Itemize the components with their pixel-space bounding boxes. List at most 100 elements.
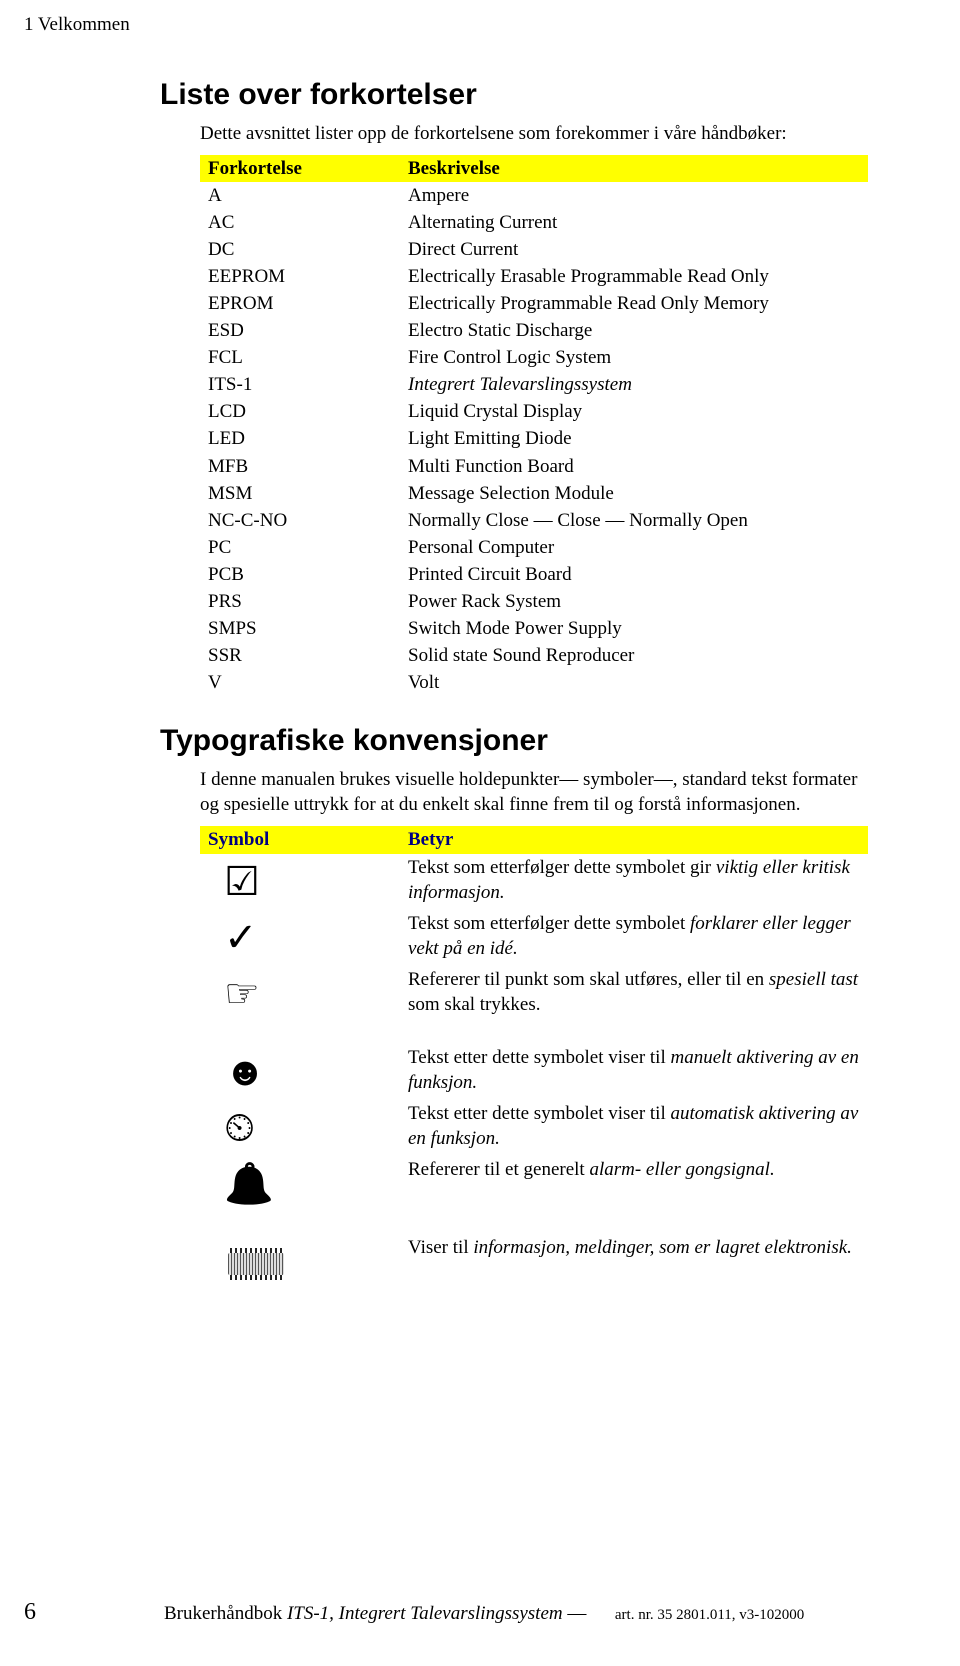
desc-cell: Switch Mode Power Supply (400, 615, 868, 642)
symbol-cell: ☑ (200, 854, 400, 910)
abbr-cell: DC (200, 236, 400, 263)
symbol-cell: ☞ (200, 966, 400, 1022)
table-row: SSRSolid state Sound Reproducer (200, 642, 868, 669)
desc-cell: Integrert Talevarslingssystem (400, 371, 868, 398)
abbr-cell: EEPROM (200, 263, 400, 290)
desc-cell: Power Rack System (400, 588, 868, 615)
desc-cell: Electro Static Discharge (400, 317, 868, 344)
abbr-cell: V (200, 669, 400, 696)
abbr-cell: LCD (200, 398, 400, 425)
table-row: ☞ Refererer til punkt som skal utføres, e… (200, 966, 868, 1022)
meaning-cell: Tekst som etterfølger dette symbolet for… (400, 910, 868, 966)
abbr-cell: SMPS (200, 615, 400, 642)
checkmark-icon: ✓ (224, 915, 258, 960)
typo-intro-text: I denne manualen brukes visuelle holdepu… (200, 768, 880, 817)
footer-post: — (563, 1603, 587, 1624)
abbr-header-col2: Beskrivelse (400, 155, 868, 182)
section-title-abbreviations: Liste over forkortelser (160, 78, 880, 112)
table-row: LCDLiquid Crystal Display (200, 398, 868, 425)
table-row: DCDirect Current (200, 236, 868, 263)
page-footer: 6 Brukerhåndbok ITS-1, Integrert Talevar… (24, 1599, 936, 1626)
table-row: 🔔Refererer til et generelt alarm- eller … (200, 1156, 868, 1212)
abbr-cell: EPROM (200, 290, 400, 317)
table-row: MSMMessage Selection Module (200, 480, 868, 507)
desc-cell: Light Emitting Diode (400, 425, 868, 452)
table-row: ☻ Tekst etter dette symbolet viser til ma… (200, 1044, 868, 1100)
abbr-header-col1: Forkortelse (200, 155, 400, 182)
desc-cell: Electrically Erasable Programmable Read … (400, 263, 868, 290)
meaning-cell: Tekst som etterfølger dette symbolet gir… (400, 854, 868, 910)
clock-icon: ⏲ (224, 1105, 255, 1150)
desc-cell: Solid state Sound Reproducer (400, 642, 868, 669)
desc-cell: Volt (400, 669, 868, 696)
table-row: ☑ Tekst som etterfølger dette symbolet gi… (200, 854, 868, 910)
table-row: EEPROMElectrically Erasable Programmable… (200, 263, 868, 290)
footer-text: Brukerhåndbok ITS-1, Integrert Talevarsl… (164, 1603, 804, 1625)
hand-icon: ☞ (224, 971, 260, 1016)
abbr-cell: FCL (200, 344, 400, 371)
abbr-cell: MSM (200, 480, 400, 507)
desc-cell: Liquid Crystal Display (400, 398, 868, 425)
table-row: ✓ Tekst som etterfølger dette symbolet fo… (200, 910, 868, 966)
meaning-cell: Viser til informasjon, meldinger, som er… (400, 1234, 868, 1290)
table-row: ESDElectro Static Discharge (200, 317, 868, 344)
table-row: ⏲ Tekst etter dette symbolet viser til au… (200, 1100, 868, 1156)
symbol-header-row: Symbol Betyr (200, 826, 868, 855)
symbol-cell: ✓ (200, 910, 400, 966)
table-row: NC-C-NONormally Close — Close — Normally… (200, 507, 868, 534)
abbr-cell: ITS-1 (200, 371, 400, 398)
table-row: EPROMElectrically Programmable Read Only… (200, 290, 868, 317)
desc-cell: Fire Control Logic System (400, 344, 868, 371)
abbr-cell: PCB (200, 561, 400, 588)
meaning-cell: Refererer til punkt som skal utføres, el… (400, 966, 868, 1022)
table-row: FCLFire Control Logic System (200, 344, 868, 371)
table-row: Viser til informasjon, meldinger, som er… (200, 1234, 868, 1290)
desc-cell: Normally Close — Close — Normally Open (400, 507, 868, 534)
abbr-intro-text: Dette avsnittet lister opp de forkortels… (200, 122, 880, 147)
desc-cell: Alternating Current (400, 209, 868, 236)
desc-cell: Direct Current (400, 236, 868, 263)
bell-icon: 🔔 (224, 1161, 274, 1206)
symbol-cell (200, 1234, 400, 1290)
section-title-typography: Typografiske konvensjoner (160, 724, 880, 758)
table-row: PCBPrinted Circuit Board (200, 561, 868, 588)
table-header-row: Forkortelse Beskrivelse (200, 155, 868, 182)
symbol-header-col1: Symbol (200, 826, 400, 855)
table-row: ITS-1Integrert Talevarslingssystem (200, 371, 868, 398)
abbr-cell: ESD (200, 317, 400, 344)
table-row: PCPersonal Computer (200, 534, 868, 561)
table-row: MFBMulti Function Board (200, 453, 868, 480)
symbol-table: Symbol Betyr ☑ Tekst som etterfølger dett… (200, 826, 868, 1291)
table-row: VVolt (200, 669, 868, 696)
symbol-cell: ⏲ (200, 1100, 400, 1156)
abbr-cell: PRS (200, 588, 400, 615)
desc-cell: Personal Computer (400, 534, 868, 561)
page-number: 6 (24, 1599, 164, 1626)
symbol-cell: 🔔 (200, 1156, 400, 1212)
abbr-cell: PC (200, 534, 400, 561)
abbr-cell: NC-C-NO (200, 507, 400, 534)
footer-artnr: art. nr. 35 2801.011, v3-102000 (615, 1607, 804, 1623)
footer-title: ITS-1, Integrert Talevarslingssystem (287, 1603, 563, 1624)
desc-cell: Message Selection Module (400, 480, 868, 507)
desc-cell: Ampere (400, 182, 868, 209)
desc-cell: Electrically Programmable Read Only Memo… (400, 290, 868, 317)
footer-pre: Brukerhåndbok (164, 1603, 287, 1624)
table-row: AAmpere (200, 182, 868, 209)
chapter-header: 1 Velkommen (24, 14, 130, 36)
desc-cell: Multi Function Board (400, 453, 868, 480)
abbr-cell: LED (200, 425, 400, 452)
checkbox-icon: ☑ (224, 859, 260, 904)
symbol-header-col2: Betyr (400, 826, 868, 855)
face-icon: ☻ (224, 1049, 266, 1094)
abbr-cell: MFB (200, 453, 400, 480)
table-row: ACAlternating Current (200, 209, 868, 236)
abbr-cell: A (200, 182, 400, 209)
abbr-cell: AC (200, 209, 400, 236)
chip-icon (228, 1253, 284, 1275)
meaning-cell: Tekst etter dette symbolet viser til aut… (400, 1100, 868, 1156)
abbreviation-table: Forkortelse Beskrivelse AAmpereACAlterna… (200, 155, 868, 697)
symbol-cell: ☻ (200, 1044, 400, 1100)
meaning-cell: Tekst etter dette symbolet viser til man… (400, 1044, 868, 1100)
abbr-cell: SSR (200, 642, 400, 669)
